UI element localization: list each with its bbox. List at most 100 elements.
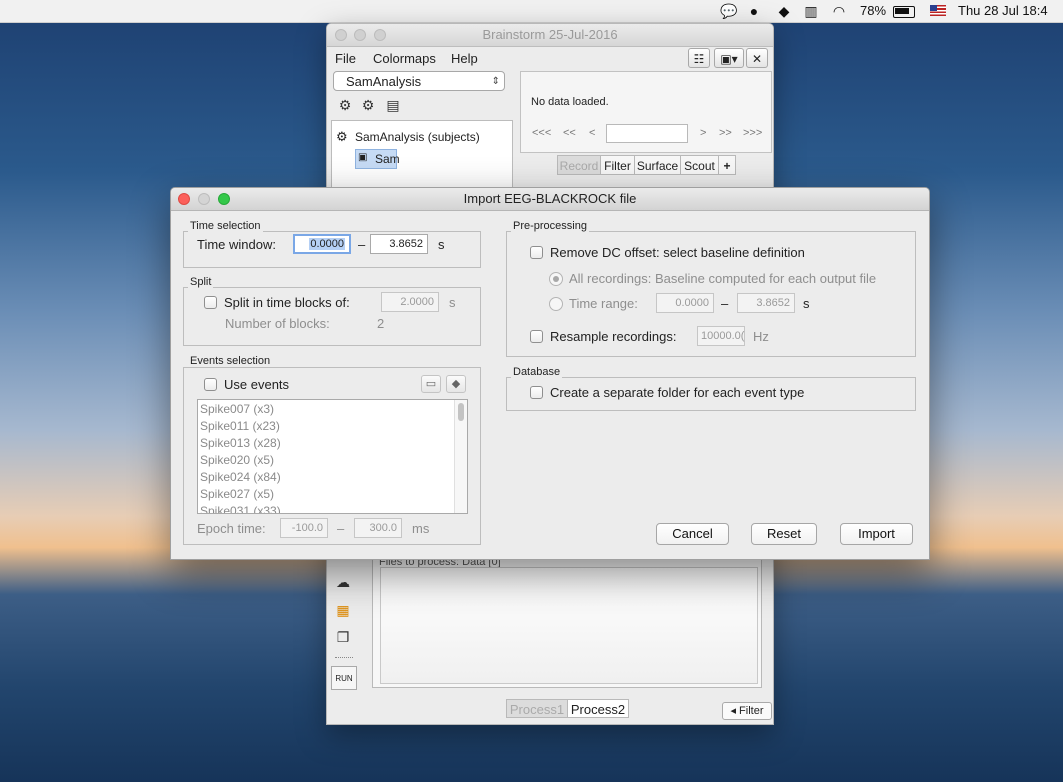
list-item[interactable]: Spike031 (x33): [200, 503, 281, 513]
battery-icon[interactable]: [893, 6, 915, 18]
list-item[interactable]: Spike011 (x23): [200, 418, 280, 435]
protocol-select[interactable]: SamAnalysis ⇕: [333, 71, 505, 91]
time-window-unit: s: [438, 237, 445, 252]
run-button[interactable]: RUN: [331, 666, 357, 690]
menu-file[interactable]: File: [335, 50, 356, 68]
tab-process1[interactable]: Process1: [506, 699, 568, 718]
dialog-minimize-button[interactable]: [198, 193, 210, 205]
bowler-hat-icon[interactable]: ●: [745, 3, 763, 19]
brain-process-icon[interactable]: ☁: [333, 572, 353, 592]
time-range-radio[interactable]: [549, 297, 563, 311]
battery-percent[interactable]: 78%: [860, 2, 886, 20]
dc-offset-checkbox[interactable]: [530, 246, 543, 259]
resample-input[interactable]: 10000.0(: [697, 326, 745, 346]
import-dialog: Import EEG-BLACKROCK file Time selection…: [170, 187, 930, 560]
nav-next-page[interactable]: >>: [719, 127, 732, 139]
events-list[interactable]: Spike007 (x3) Spike011 (x23) Spike013 (x…: [197, 399, 468, 514]
database-title: Database: [511, 366, 563, 378]
list-item[interactable]: Spike013 (x28): [200, 435, 281, 452]
reset-button[interactable]: Reset: [751, 523, 817, 545]
resample-checkbox[interactable]: [530, 330, 543, 343]
epoch-start-input[interactable]: -100.0: [280, 518, 328, 538]
close-all-icon[interactable]: ✕: [746, 48, 768, 68]
nav-next[interactable]: >: [700, 127, 706, 139]
import-button[interactable]: Import: [840, 523, 913, 545]
nav-prev-page[interactable]: <<: [563, 127, 576, 139]
clock[interactable]: Thu 28 Jul 18:4: [958, 2, 1048, 20]
list-item[interactable]: Spike024 (x84): [200, 469, 281, 486]
dc-offset-label: Remove DC offset: select baseline defini…: [550, 245, 805, 260]
dialog-close-button[interactable]: [178, 193, 190, 205]
time-window-start-value: 0.0000: [309, 238, 345, 250]
wechat-icon[interactable]: 💬: [720, 3, 738, 19]
all-recordings-label: All recordings: Baseline computed for ea…: [569, 271, 877, 286]
blocks-value: 2: [377, 316, 385, 331]
close-dot[interactable]: [335, 29, 347, 41]
split-checkbox[interactable]: [204, 296, 217, 309]
copy-files-icon[interactable]: ❐: [333, 627, 353, 647]
time-range-end-input[interactable]: 3.8652: [737, 293, 795, 313]
epoch-label: Epoch time:: [197, 521, 266, 536]
scroll-thumb[interactable]: [458, 403, 464, 421]
updown-chevron-icon: ⇕: [491, 76, 500, 87]
pipeline-icon[interactable]: ▦: [333, 600, 353, 620]
nav-first[interactable]: <<<: [532, 127, 551, 139]
time-window-start-input[interactable]: 0.0000: [293, 234, 351, 254]
menu-help[interactable]: Help: [451, 50, 478, 68]
tab-filter[interactable]: Filter: [600, 155, 635, 175]
use-events-checkbox[interactable]: [204, 378, 217, 391]
split-unit: s: [449, 295, 456, 310]
blocks-label: Number of blocks:: [225, 316, 330, 331]
tab-add[interactable]: +: [718, 155, 736, 175]
brain-subjects-icon[interactable]: ⚙: [335, 95, 355, 115]
eraser-icon[interactable]: ◆: [446, 375, 466, 393]
subject-icon: ▣: [358, 152, 368, 163]
menubar: 💬 ● ◆ ▥ ◠ 78% Thu 28 Jul 18:4: [0, 0, 1063, 23]
nav-prev[interactable]: <: [589, 127, 595, 139]
time-range-label: Time range:: [569, 296, 638, 311]
split-title: Split: [188, 276, 214, 288]
split-length-input[interactable]: 2.0000: [381, 292, 439, 312]
epoch-unit: ms: [412, 521, 430, 536]
folder-icon[interactable]: ▭: [421, 375, 441, 393]
events-scrollbar[interactable]: [454, 400, 467, 513]
brain-studies-icon[interactable]: ▤: [383, 95, 403, 115]
time-range-dash: –: [721, 296, 729, 311]
nav-last[interactable]: >>>: [743, 127, 762, 139]
tab-surface[interactable]: Surface: [634, 155, 681, 175]
time-window-label: Time window:: [197, 237, 276, 252]
us-flag-icon[interactable]: [930, 5, 946, 16]
list-item[interactable]: Spike020 (x5): [200, 452, 274, 469]
process-file-list[interactable]: [380, 567, 758, 684]
time-range-start-input[interactable]: 0.0000: [656, 293, 714, 313]
layout-list-icon[interactable]: ☷: [688, 48, 710, 68]
list-item[interactable]: Spike007 (x3): [200, 401, 274, 418]
battery-status-icon[interactable]: ▥: [802, 3, 820, 19]
tab-scout[interactable]: Scout: [680, 155, 719, 175]
dropbox-icon[interactable]: ◆: [775, 3, 793, 19]
layout-menu-icon[interactable]: ▣▾: [714, 48, 744, 68]
tab-process2[interactable]: Process2: [567, 699, 629, 718]
dialog-title: Import EEG-BLACKROCK file: [171, 188, 929, 211]
tree-root[interactable]: SamAnalysis (subjects): [355, 130, 480, 144]
tab-record[interactable]: Record: [557, 155, 601, 175]
nav-input[interactable]: [606, 124, 688, 143]
tree-child-selected[interactable]: ▣ Sam: [355, 149, 400, 169]
dialog-zoom-button[interactable]: [218, 193, 230, 205]
separate-folder-label: Create a separate folder for each event …: [550, 385, 805, 400]
time-window-end-input[interactable]: 3.8652: [370, 234, 428, 254]
wifi-icon[interactable]: ◠: [830, 3, 848, 19]
all-recordings-radio[interactable]: [549, 272, 563, 286]
epoch-end-input[interactable]: 300.0: [354, 518, 402, 538]
zoom-dot[interactable]: [374, 29, 386, 41]
menu-colormaps[interactable]: Colormaps: [373, 50, 436, 68]
filter-button[interactable]: ◂ Filter: [722, 702, 772, 720]
cancel-button[interactable]: Cancel: [656, 523, 729, 545]
list-item[interactable]: Spike027 (x5): [200, 486, 274, 503]
minimize-dot[interactable]: [354, 29, 366, 41]
resample-unit: Hz: [753, 329, 769, 344]
brain-conditions-icon[interactable]: ⚙: [358, 95, 378, 115]
separate-folder-checkbox[interactable]: [530, 386, 543, 399]
time-range-unit: s: [803, 296, 810, 311]
no-data-text: No data loaded.: [531, 96, 609, 108]
